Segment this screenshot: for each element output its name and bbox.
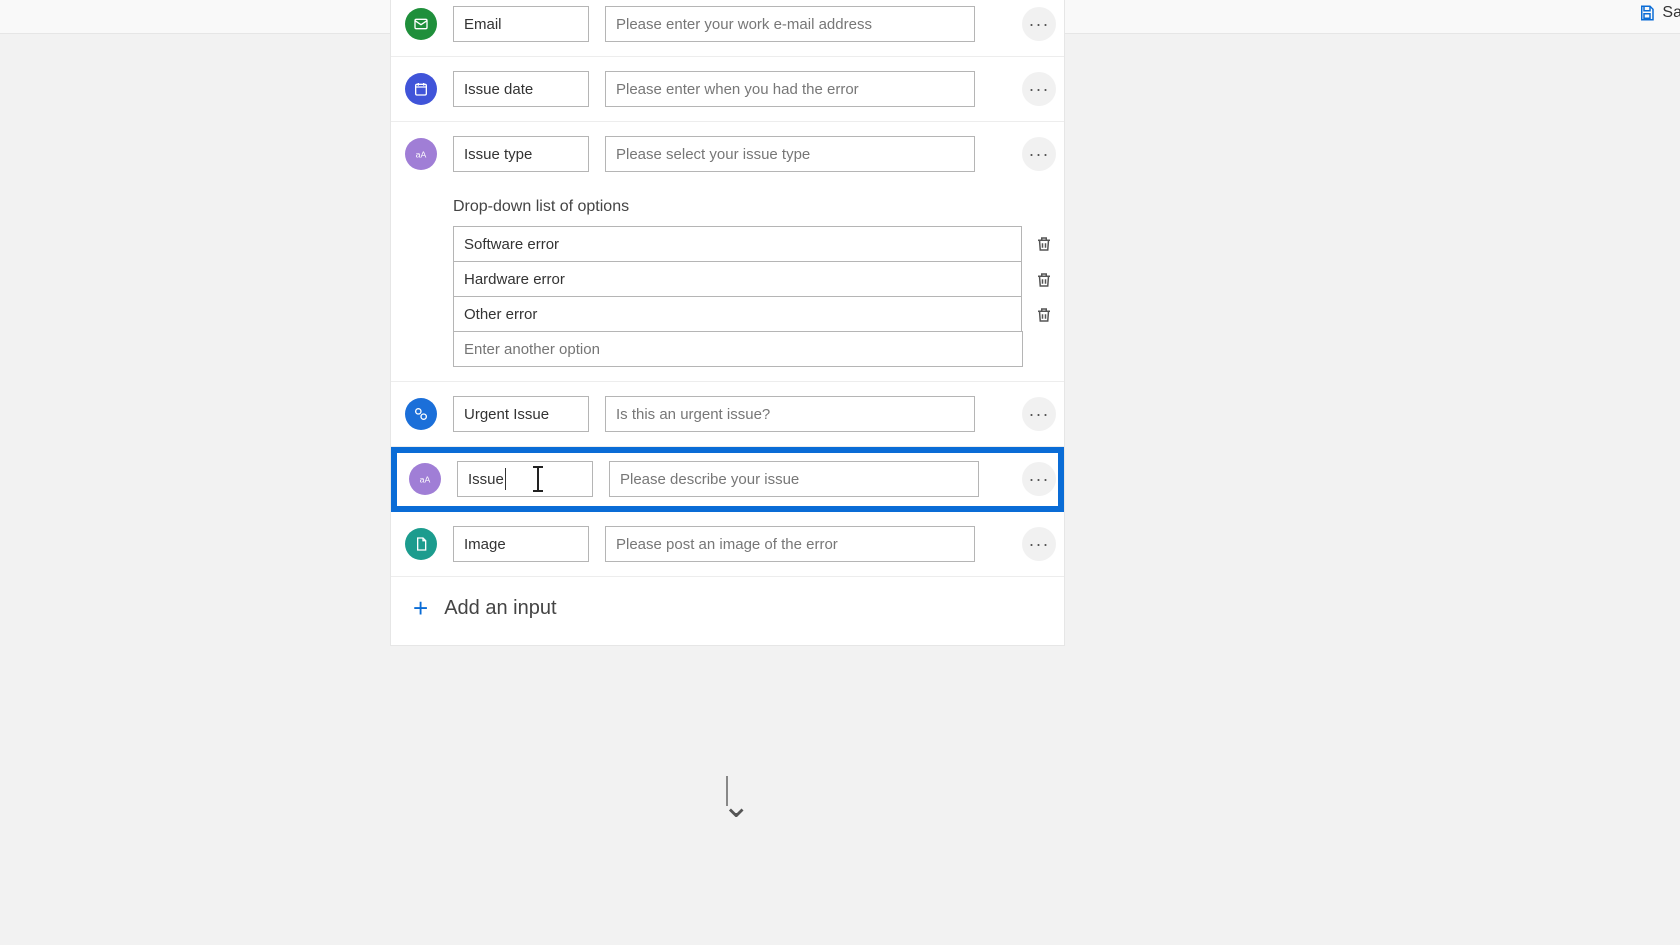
add-input-button[interactable]: + Add an input — [391, 577, 1064, 625]
trigger-card: ··· ··· aA ··· Drop-down list of options — [390, 0, 1065, 646]
field-name-input[interactable] — [453, 526, 589, 562]
svg-text:aA: aA — [420, 474, 431, 484]
yesno-icon — [405, 398, 437, 430]
more-button[interactable]: ··· — [1022, 7, 1056, 41]
more-button[interactable]: ··· — [1022, 137, 1056, 171]
trash-icon — [1035, 271, 1053, 289]
delete-option-button[interactable] — [1032, 268, 1056, 292]
dropdown-options-block: Drop-down list of options — [453, 198, 1056, 367]
input-row-issue-date[interactable]: ··· — [391, 57, 1064, 122]
field-name-input[interactable] — [457, 461, 593, 497]
dropdown-add-option-input[interactable] — [453, 331, 1023, 367]
field-name-input[interactable] — [453, 396, 589, 432]
field-desc-input[interactable] — [605, 136, 975, 172]
email-icon — [405, 8, 437, 40]
dropdown-option-row — [453, 262, 1056, 297]
dropdown-options-title: Drop-down list of options — [453, 198, 1056, 216]
field-desc-input[interactable] — [605, 396, 975, 432]
field-desc-input[interactable] — [605, 71, 975, 107]
dropdown-option-row — [453, 297, 1056, 332]
input-row-email[interactable]: ··· — [391, 0, 1064, 57]
delete-option-button[interactable] — [1032, 232, 1056, 256]
field-name-input[interactable] — [453, 136, 589, 172]
text-icon: aA — [405, 138, 437, 170]
svg-text:aA: aA — [416, 149, 427, 159]
more-button[interactable]: ··· — [1022, 397, 1056, 431]
dropdown-add-option-row — [453, 332, 1056, 367]
delete-option-button[interactable] — [1032, 303, 1056, 327]
dropdown-option-row — [453, 226, 1056, 262]
input-row-issue-type[interactable]: aA ··· Drop-down list of options — [391, 122, 1064, 382]
field-desc-input[interactable] — [609, 461, 979, 497]
field-name-input[interactable] — [453, 6, 589, 42]
text-caret-icon — [505, 468, 506, 490]
text-icon: aA — [409, 463, 441, 495]
trash-icon — [1035, 306, 1053, 324]
save-button[interactable]: Sav — [1638, 4, 1680, 22]
plus-icon: + — [413, 595, 428, 621]
field-desc-input[interactable] — [605, 526, 975, 562]
text-cursor-icon — [537, 467, 539, 491]
trash-icon — [1035, 235, 1053, 253]
add-input-label: Add an input — [444, 597, 556, 620]
dropdown-option-input[interactable] — [453, 296, 1022, 332]
input-row-issue-desc[interactable]: aA ··· — [391, 447, 1064, 512]
more-button[interactable]: ··· — [1022, 527, 1056, 561]
field-name-input[interactable] — [453, 71, 589, 107]
dropdown-option-input[interactable] — [453, 226, 1022, 262]
field-desc-input[interactable] — [605, 6, 975, 42]
more-button[interactable]: ··· — [1022, 72, 1056, 106]
dropdown-option-input[interactable] — [453, 261, 1022, 297]
more-button[interactable]: ··· — [1022, 462, 1056, 496]
input-row-urgent-issue[interactable]: ··· — [391, 382, 1064, 447]
save-label: Sav — [1662, 4, 1680, 22]
date-icon — [405, 73, 437, 105]
file-icon — [405, 528, 437, 560]
input-row-image[interactable]: ··· — [391, 512, 1064, 577]
save-icon — [1638, 4, 1656, 22]
flow-arrow-down-icon: ⌄ — [722, 786, 751, 826]
